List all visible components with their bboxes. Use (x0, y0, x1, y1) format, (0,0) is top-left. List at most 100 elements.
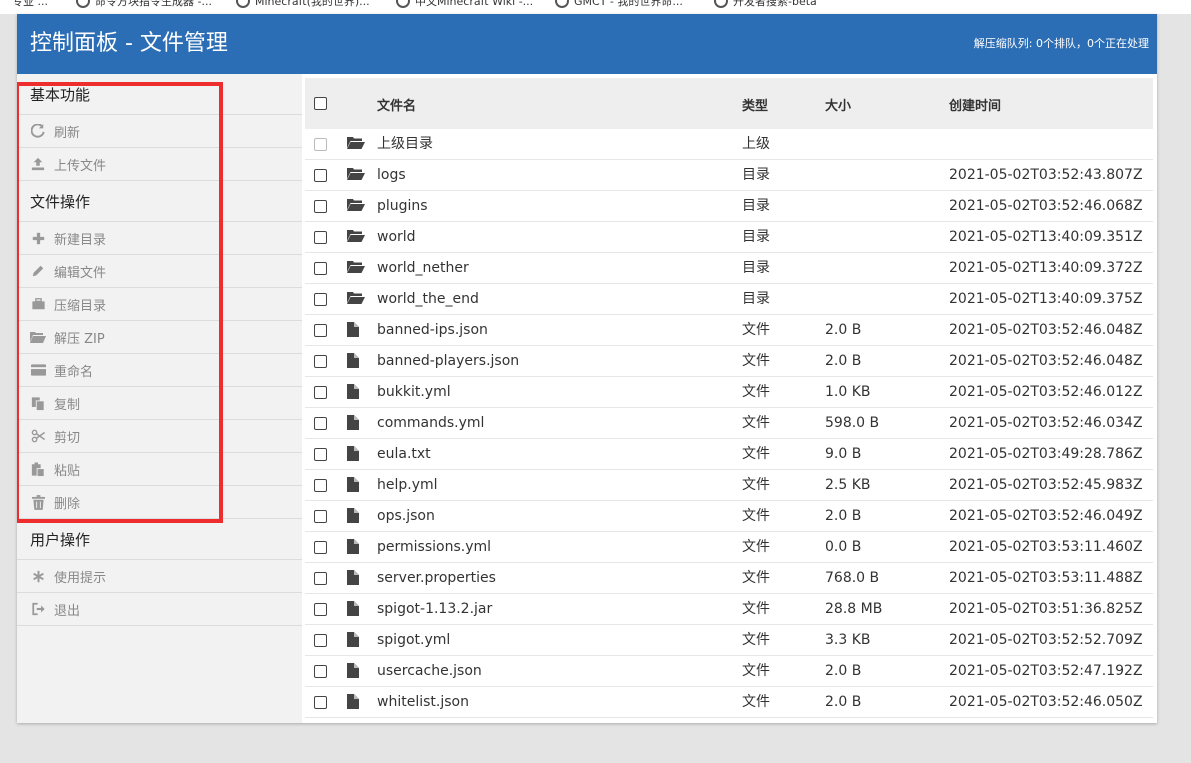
table-row[interactable]: world_nether 目录 2021-05-02T13:40:09.372Z (305, 253, 1153, 284)
file-created-time: 2021-05-02T03:53:11.460Z (949, 539, 1143, 555)
file-name[interactable]: usercache.json (377, 663, 482, 680)
row-checkbox[interactable] (314, 417, 327, 430)
scissors-icon (30, 428, 46, 444)
bookmark-item[interactable]: 中文Minecraft Wiki -... (396, 0, 533, 9)
table-row[interactable]: ops.json 文件 2.0 B 2021-05-02T03:52:46.049Z (305, 501, 1153, 532)
table-row[interactable]: banned-ips.json 文件 2.0 B 2021-05-02T03:52:4… (305, 315, 1153, 346)
table-row[interactable]: help.yml 文件 2.5 KB 2021-05-02T03:52:45.983Z (305, 470, 1153, 501)
table-row[interactable]: world 目录 2021-05-02T13:40:09.351Z (305, 222, 1153, 253)
sidebar-item-label: 退出 (54, 603, 81, 619)
table-row[interactable]: plugins 目录 2021-05-02T03:52:46.068Z (305, 191, 1153, 222)
row-checkbox[interactable] (314, 231, 327, 244)
table-row[interactable]: whitelist.json 文件 2.0 B 2021-05-02T03:52:46… (305, 687, 1153, 718)
row-checkbox[interactable] (314, 665, 327, 678)
column-header-created[interactable]: 创建时间 (949, 95, 1001, 114)
sidebar-item-scissors[interactable]: 剪切 (17, 420, 302, 453)
file-name[interactable]: ops.json (377, 508, 435, 525)
refresh-icon (30, 123, 46, 139)
file-type: 文件 (742, 694, 770, 710)
sidebar: 基本功能 刷新 上传文件 文件操作 新建目录 编辑文件 压缩目录 解压 ZIP 重命名 复制 剪切粘… (17, 74, 302, 723)
table-row[interactable]: server.properties 文件 768.0 B 2021-05-02T03:… (305, 563, 1153, 594)
sidebar-item-rename-card[interactable]: 重命名 (17, 354, 302, 387)
column-header-name[interactable]: 文件名 (377, 95, 416, 114)
file-name[interactable]: banned-ips.json (377, 322, 488, 339)
row-checkbox[interactable] (314, 510, 327, 523)
file-name[interactable]: server.properties (377, 570, 496, 587)
table-row[interactable]: spigot-1.13.2.jar 文件 28.8 MB 2021-05-02T03:… (305, 594, 1153, 625)
file-name[interactable]: 上级目录 (377, 136, 433, 153)
table-row[interactable]: permissions.yml 文件 0.0 B 2021-05-02T03:53:1… (305, 532, 1153, 563)
file-type: 文件 (742, 446, 770, 462)
file-name[interactable]: eula.txt (377, 446, 431, 463)
row-checkbox[interactable] (314, 479, 327, 492)
sidebar-item-label: 编辑文件 (54, 265, 107, 281)
file-created-time: 2021-05-02T03:52:46.012Z (949, 384, 1143, 400)
sidebar-item-logout[interactable]: 退出 (17, 593, 302, 626)
file-name[interactable]: logs (377, 167, 406, 184)
file-name[interactable]: plugins (377, 198, 428, 215)
sidebar-item-trash[interactable]: 删除 (17, 486, 302, 519)
select-all-checkbox[interactable] (314, 97, 327, 110)
file-name[interactable]: help.yml (377, 477, 438, 494)
column-header-size[interactable]: 大小 (825, 95, 851, 114)
sidebar-item-refresh[interactable]: 刷新 (17, 115, 302, 148)
row-checkbox[interactable] (314, 603, 327, 616)
file-name[interactable]: spigot-1.13.2.jar (377, 601, 492, 618)
column-header-type[interactable]: 类型 (742, 95, 768, 114)
file-name[interactable]: commands.yml (377, 415, 484, 432)
file-type: 文件 (742, 632, 770, 648)
row-checkbox[interactable] (314, 293, 327, 306)
table-row[interactable]: 上级目录 上级 (305, 129, 1153, 160)
row-checkbox[interactable] (314, 696, 327, 709)
table-row[interactable]: commands.yml 文件 598.0 B 2021-05-02T03:52:46… (305, 408, 1153, 439)
row-checkbox[interactable] (314, 324, 327, 337)
sidebar-item-upload[interactable]: 上传文件 (17, 148, 302, 181)
bookmark-item[interactable]: 命令方块指令生成器 -... (76, 0, 212, 9)
sidebar-item-pencil[interactable]: 编辑文件 (17, 255, 302, 288)
file-icon (347, 601, 365, 617)
file-icon (347, 446, 365, 462)
table-header: 文件名 类型 大小 创建时间 (305, 78, 1153, 129)
file-name[interactable]: world_the_end (377, 291, 479, 308)
row-checkbox[interactable] (314, 355, 327, 368)
paste-icon (30, 461, 46, 477)
sidebar-item-asterisk[interactable]: 使用提示 (17, 560, 302, 593)
bookmark-item[interactable]: 开发者搜索-beta (714, 0, 817, 9)
bookmark-item[interactable]: 专业 ... (12, 0, 48, 9)
file-size: 598.0 B (825, 415, 880, 431)
table-row[interactable]: bukkit.yml 文件 1.0 KB 2021-05-02T03:52:46.01… (305, 377, 1153, 408)
file-name[interactable]: whitelist.json (377, 694, 469, 711)
sidebar-item-plus[interactable]: 新建目录 (17, 222, 302, 255)
sidebar-item-copy[interactable]: 复制 (17, 387, 302, 420)
file-icon (347, 353, 365, 369)
row-checkbox[interactable] (314, 448, 327, 461)
bookmark-item[interactable]: GMCT - 我的世界命... (555, 0, 683, 9)
row-checkbox[interactable] (314, 572, 327, 585)
bookmark-item[interactable]: Minecraft(我的世界)... (236, 0, 370, 9)
sidebar-item-briefcase[interactable]: 压缩目录 (17, 288, 302, 321)
row-checkbox[interactable] (314, 200, 327, 213)
file-size: 3.3 KB (825, 632, 871, 648)
file-name[interactable]: banned-players.json (377, 353, 519, 370)
file-name[interactable]: world_nether (377, 260, 469, 277)
sidebar-item-paste[interactable]: 粘贴 (17, 453, 302, 486)
row-checkbox[interactable] (314, 262, 327, 275)
table-row[interactable]: logs 目录 2021-05-02T03:52:43.807Z (305, 160, 1153, 191)
row-checkbox[interactable] (314, 386, 327, 399)
table-row[interactable]: world_the_end 目录 2021-05-02T13:40:09.375Z (305, 284, 1153, 315)
sidebar-item-folder-open[interactable]: 解压 ZIP (17, 321, 302, 354)
table-row[interactable]: eula.txt 文件 9.0 B 2021-05-02T03:49:28.786Z (305, 439, 1153, 470)
file-created-time: 2021-05-02T03:53:11.488Z (949, 570, 1143, 586)
file-name[interactable]: spigot.yml (377, 632, 450, 649)
file-size: 0.0 B (825, 539, 862, 555)
row-checkbox[interactable] (314, 169, 327, 182)
row-checkbox[interactable] (314, 541, 327, 554)
file-name[interactable]: bukkit.yml (377, 384, 451, 401)
table-row[interactable]: banned-players.json 文件 2.0 B 2021-05-02T03:… (305, 346, 1153, 377)
table-row[interactable]: usercache.json 文件 2.0 B 2021-05-02T03:52:47… (305, 656, 1153, 687)
sidebar-item-label: 压缩目录 (54, 298, 107, 314)
file-name[interactable]: world (377, 229, 416, 246)
row-checkbox[interactable] (314, 634, 327, 647)
file-name[interactable]: permissions.yml (377, 539, 491, 556)
table-row[interactable]: spigot.yml 文件 3.3 KB 2021-05-02T03:52:52.70… (305, 625, 1153, 656)
